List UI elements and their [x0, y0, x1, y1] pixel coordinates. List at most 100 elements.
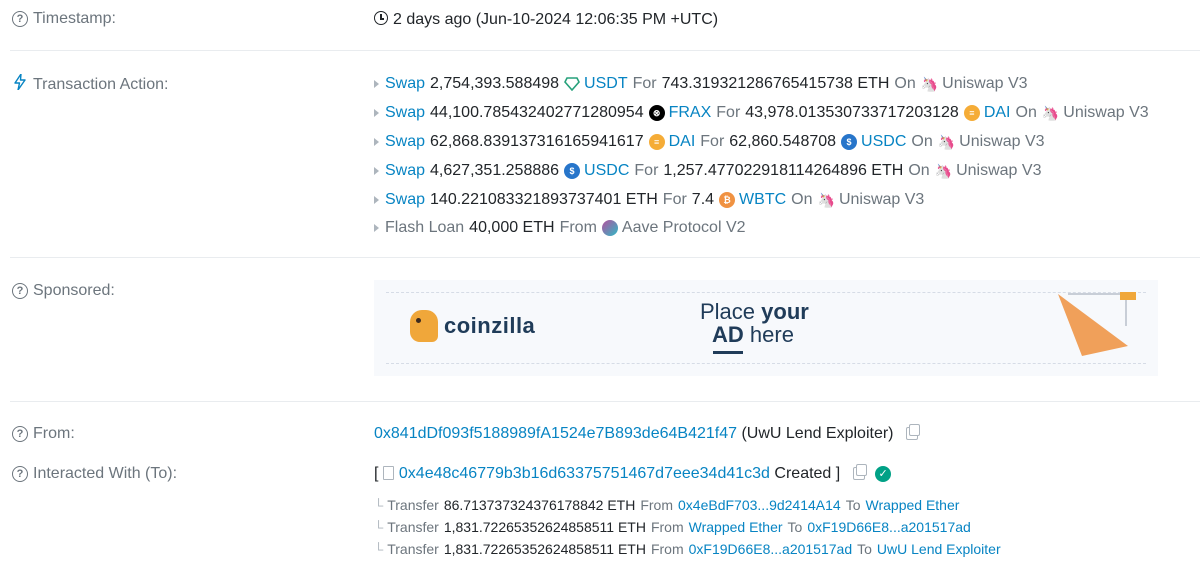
sponsored-label: ? Sponsored: — [12, 282, 115, 300]
token-link-usdc[interactable]: USDC — [861, 133, 906, 151]
transfer-to-link[interactable]: UwU Lend Exploiter — [877, 541, 1001, 557]
swap-link[interactable]: Swap — [385, 162, 425, 180]
transfer-from-link[interactable]: Wrapped Ether — [689, 519, 783, 535]
internal-transfer-row: └ Transfer 86.713737324376178842 ETH Fro… — [374, 495, 959, 515]
ad-dashed-line — [386, 363, 1146, 364]
from-name: (UwU Lend Exploiter) — [741, 425, 894, 442]
timestamp-label-text: Timestamp: — [33, 10, 116, 27]
token-link-usdt[interactable]: USDT — [584, 75, 628, 93]
interacted-with-label-text: Interacted With (To): — [33, 465, 178, 482]
on-text: On — [908, 162, 930, 179]
caret-right-icon[interactable] — [374, 196, 379, 204]
ad-line1-b: your — [761, 299, 809, 324]
from-word: From — [640, 497, 674, 513]
caret-right-icon[interactable] — [374, 167, 379, 175]
help-icon[interactable]: ? — [12, 466, 28, 482]
ad-underline — [713, 351, 743, 354]
token-link-usdc[interactable]: USDC — [584, 162, 629, 180]
timestamp-label: ? Timestamp: — [12, 10, 116, 28]
swap-amount-out: 7.4 — [691, 191, 715, 208]
swap-amount-out: 743.319321286765415738 ETH — [661, 75, 890, 92]
divider — [10, 401, 1200, 402]
uniswap-icon: 🦄 — [817, 191, 835, 208]
protocol-name: Aave Protocol V2 — [621, 219, 746, 236]
transfer-verb: Transfer — [387, 541, 439, 557]
caret-right-icon[interactable] — [374, 224, 379, 232]
on-text: On — [894, 75, 916, 92]
help-icon[interactable]: ? — [12, 283, 28, 299]
bracket-close: ] — [835, 465, 841, 482]
swap-link[interactable]: Swap — [385, 133, 425, 151]
swap-amount-out: 62,860.548708 — [729, 133, 837, 150]
swap-link[interactable]: Swap — [385, 75, 425, 93]
swap-link[interactable]: Swap — [385, 191, 425, 209]
coinzilla-mascot-icon — [410, 310, 438, 342]
swap-amount-in: 140.221083321893737401 ETH — [430, 191, 658, 208]
usdc-token-icon: $ — [564, 163, 581, 179]
from-address-link[interactable]: 0x841dDf093f5188989fA1524e7B893de64B421f… — [374, 425, 737, 442]
transfer-amount: 1,831.72265352624858511 ETH — [443, 519, 646, 535]
on-text: On — [911, 133, 933, 150]
transfer-verb: Transfer — [387, 519, 439, 535]
swap-amount-in: 44,100.785432402771280954 — [430, 104, 644, 121]
caret-right-icon[interactable] — [374, 109, 379, 117]
for-text: For — [716, 104, 741, 121]
coinzilla-logo: coinzilla — [410, 310, 535, 342]
frax-token-icon: ⊗ — [648, 105, 665, 121]
internal-transfer-row: └ Transfer 1,831.72265352624858511 ETH F… — [374, 539, 1001, 559]
to-word: To — [845, 497, 861, 513]
swap-link[interactable]: Swap — [385, 104, 425, 122]
clock-icon — [374, 11, 388, 25]
transaction-action-label: Transaction Action: — [12, 73, 168, 95]
on-text: On — [1015, 104, 1037, 121]
from-word: From — [650, 541, 684, 557]
transfer-from-link[interactable]: 0x4eBdF703...9d2414A14 — [678, 497, 841, 513]
uniswap-icon: 🦄 — [934, 162, 953, 179]
to-word: To — [857, 541, 872, 557]
uniswap-icon: 🦄 — [1041, 104, 1060, 121]
help-icon[interactable]: ? — [12, 426, 28, 442]
transfer-to-link[interactable]: Wrapped Ether — [866, 497, 960, 513]
divider — [10, 257, 1200, 258]
sponsored-ad-banner[interactable]: coinzilla Place your AD here — [374, 280, 1158, 376]
on-text: On — [791, 191, 813, 208]
from-label-text: From: — [33, 425, 75, 442]
transfer-verb: Transfer — [387, 497, 439, 513]
token-link-wbtc[interactable]: WBTC — [739, 191, 786, 209]
ad-line2-b: here — [743, 322, 794, 347]
from-value: 0x841dDf093f5188989fA1524e7B893de64B421f… — [374, 424, 920, 443]
dex-name: Uniswap V3 — [838, 191, 925, 208]
for-text: For — [632, 75, 657, 92]
from-text: From — [559, 219, 597, 236]
for-text: For — [662, 191, 687, 208]
dai-token-icon: ≡ — [963, 105, 980, 121]
transfer-amount: 1,831.72265352624858511 ETH — [443, 541, 646, 557]
transfer-from-link[interactable]: 0xF19D66E8...a201517ad — [689, 541, 852, 557]
ad-dashed-line — [386, 292, 1146, 293]
for-text: For — [700, 133, 725, 150]
token-link-frax[interactable]: FRAX — [669, 104, 712, 122]
created-text: Created — [774, 465, 832, 482]
transfer-amount: 86.713737324376178842 ETH — [443, 497, 636, 513]
copy-icon[interactable] — [852, 464, 867, 481]
token-link-dai[interactable]: DAI — [984, 104, 1011, 122]
help-icon[interactable]: ? — [12, 11, 28, 27]
from-word: From — [650, 519, 684, 535]
swap-action-row: Swap 44,100.785432402771280954 ⊗ FRAX Fo… — [374, 102, 1149, 124]
usdc-token-icon: $ — [841, 134, 858, 150]
wbtc-token-icon: ₿ — [719, 192, 736, 208]
timestamp-text: 2 days ago (Jun-10-2024 12:06:35 PM +UTC… — [393, 11, 719, 28]
copy-icon[interactable] — [905, 424, 920, 441]
swap-action-row: Swap 4,627,351.258886 $ USDC For 1,257.4… — [374, 160, 1041, 182]
aave-icon — [601, 220, 618, 236]
caret-right-icon[interactable] — [374, 80, 379, 88]
transfer-to-link[interactable]: 0xF19D66E8...a201517ad — [807, 519, 970, 535]
tree-corner-icon: └ — [374, 497, 384, 513]
contract-address-link[interactable]: 0x4e48c46779b3b16d63375751467d7eee34d41c… — [399, 465, 770, 482]
dai-token-icon: ≡ — [648, 134, 665, 150]
token-link-dai[interactable]: DAI — [669, 133, 696, 151]
flash-loan-prefix: Flash Loan — [385, 219, 465, 236]
caret-right-icon[interactable] — [374, 138, 379, 146]
ad-headline: Place your AD here — [700, 300, 809, 346]
ad-line2-a: AD — [712, 322, 744, 347]
